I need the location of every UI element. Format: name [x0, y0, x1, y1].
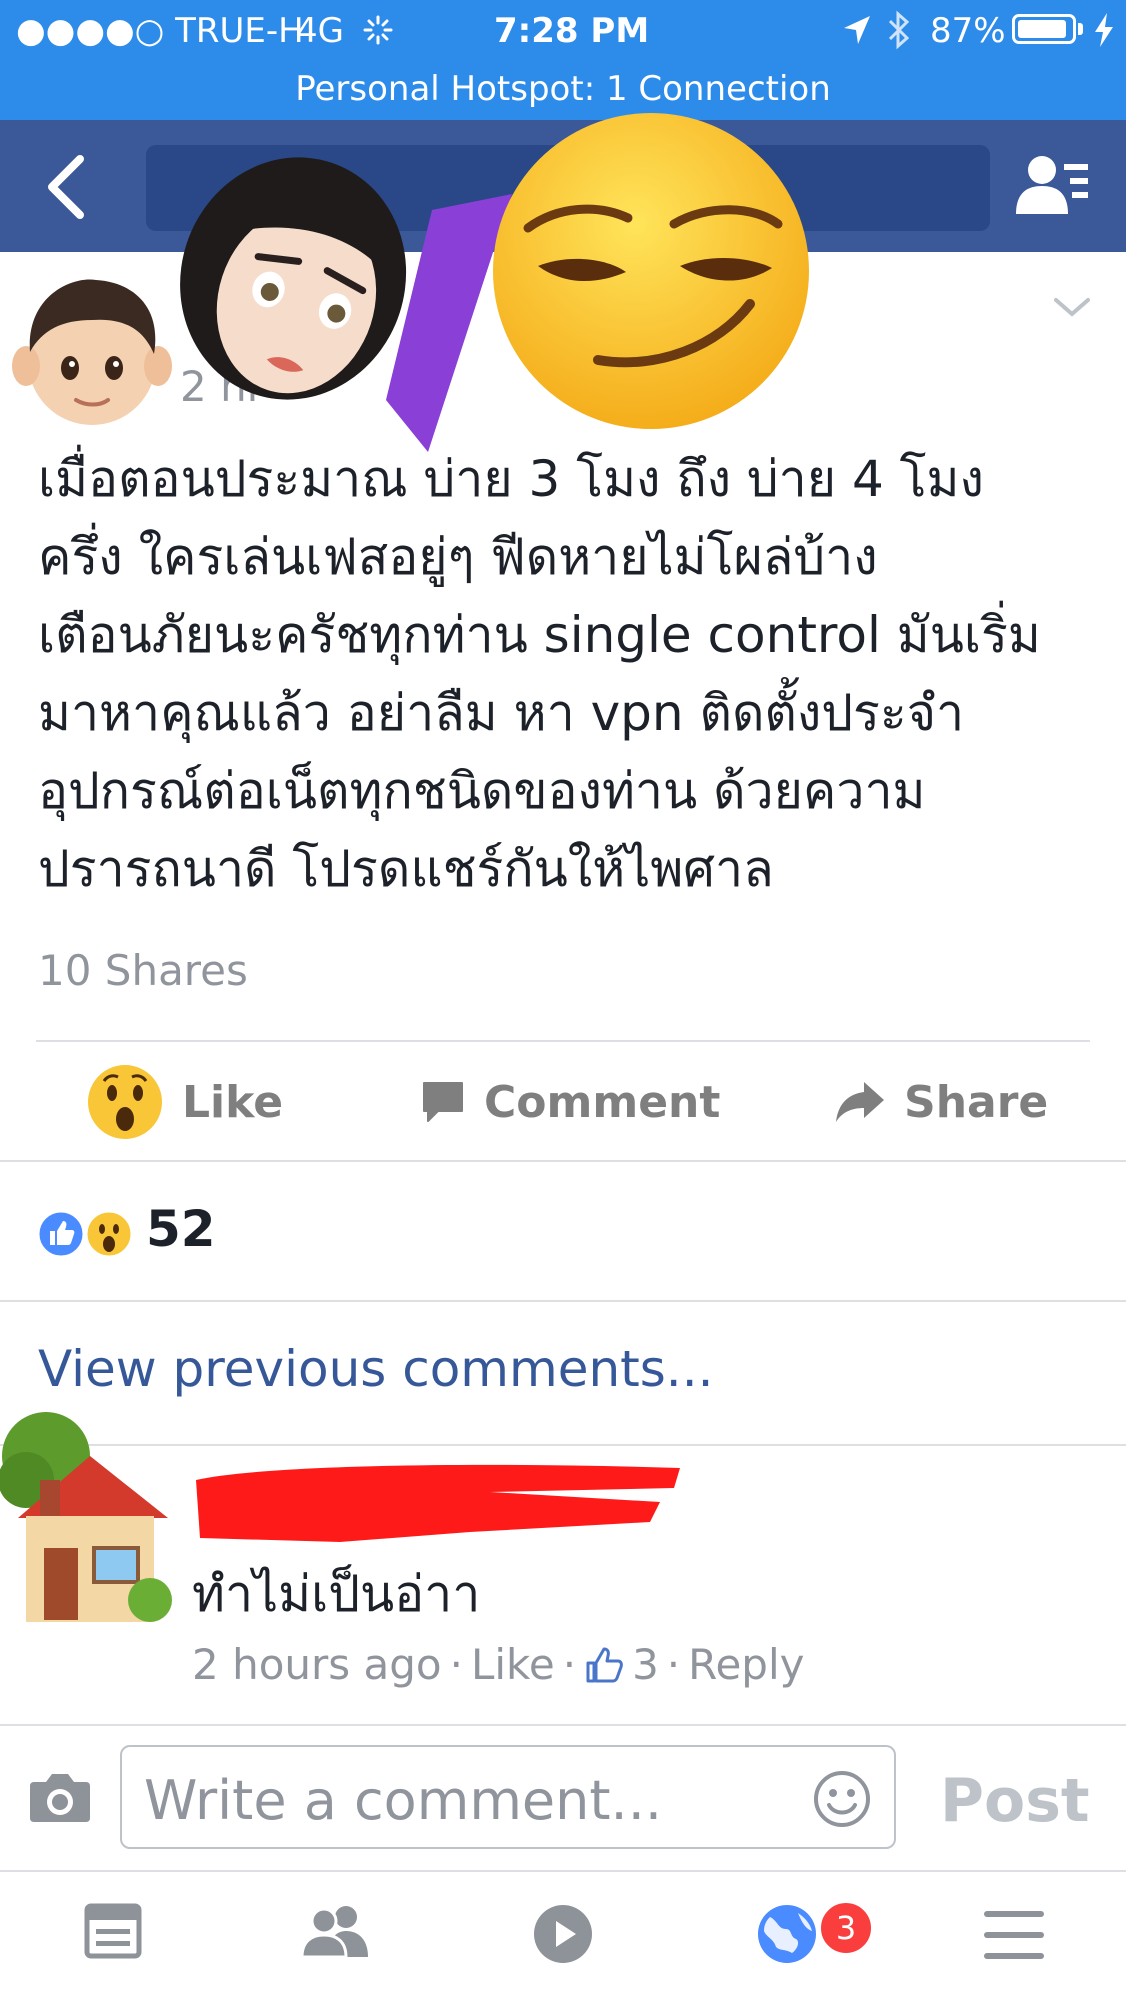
comment-button[interactable]: Comment	[420, 1050, 720, 1154]
post-line: ปรารถนาดี โปรดแชร์กันให้ไพศาล	[38, 840, 774, 898]
reaction-count[interactable]: 52	[146, 1200, 216, 1258]
comment-meta: 2 hours ago · Like · 3 · Reply	[192, 1640, 805, 1689]
status-bar: ●●●●○ TRUE-H 4G 7:28 PM 87%	[0, 0, 1126, 62]
comment-label: Comment	[484, 1076, 721, 1128]
like-reaction-icon	[36, 1209, 86, 1259]
post-body: เมื่อตอนประมาณ บ่าย 3 โมง ถึง บ่าย 4 โมง…	[38, 440, 1098, 908]
battery-percent: 87%	[930, 11, 1006, 51]
activity-spinner-icon	[363, 15, 393, 45]
like-button[interactable]: Like	[86, 1050, 283, 1154]
menu-icon[interactable]	[984, 1911, 1044, 1959]
back-arrow-icon[interactable]	[44, 155, 88, 219]
wow-reaction-icon	[84, 1209, 134, 1259]
post-line: อุปกรณ์ต่อเน็ตทุกชนิดของท่าน ด้วยความ	[38, 762, 926, 820]
share-label: Share	[904, 1076, 1049, 1128]
notifications-badge: 3	[818, 1900, 874, 1956]
camera-icon[interactable]	[28, 1772, 92, 1824]
shares-count[interactable]: 10 Shares	[38, 946, 248, 995]
post-button[interactable]: Post	[940, 1766, 1090, 1836]
post-line: ครึ่ง ใครเล่นเฟสอยู่ๆ ฟีดหายไม่โผล่บ้าง	[38, 528, 878, 586]
comment-time: 2 hours ago	[192, 1640, 442, 1689]
clock: 7:28 PM	[494, 11, 650, 51]
battery-icon	[1012, 14, 1076, 44]
comment-reply-link[interactable]: Reply	[688, 1640, 804, 1689]
friends-icon[interactable]	[300, 1903, 372, 1959]
comment-text: ทำไม่เป็นอ่าา	[192, 1565, 481, 1623]
location-icon	[844, 16, 870, 44]
surprised-emoji-icon	[88, 1065, 162, 1139]
news-feed-icon[interactable]	[84, 1903, 142, 1959]
chevron-down-icon[interactable]	[1052, 296, 1092, 320]
thumbs-up-icon	[586, 1647, 623, 1682]
comment-input-placeholder: Write a comment...	[144, 1769, 663, 1832]
like-label: Like	[182, 1076, 284, 1128]
smirking-face-sticker	[493, 113, 809, 429]
redacted-name	[196, 1464, 680, 1542]
video-icon[interactable]	[532, 1903, 594, 1965]
network-label: 4G	[296, 11, 344, 51]
view-previous-comments-link[interactable]: View previous comments...	[38, 1340, 714, 1398]
post-line: เมื่อตอนประมาณ บ่าย 3 โมง ถึง บ่าย 4 โมง	[38, 450, 984, 508]
house-emoji-sticker	[0, 1412, 172, 1622]
share-button[interactable]: Share	[834, 1050, 1048, 1154]
smiley-icon[interactable]	[812, 1769, 872, 1829]
globe-icon[interactable]	[756, 1903, 818, 1965]
comment-bubble-icon	[423, 1082, 463, 1122]
comment-like-link[interactable]: Like	[471, 1640, 555, 1689]
friend-requests-icon[interactable]	[1014, 152, 1092, 218]
comment-input[interactable]: Write a comment...	[120, 1745, 896, 1849]
charging-icon	[1095, 13, 1113, 47]
post-line: เตือนภัยนะครัชทุกท่าน single control มัน…	[38, 606, 1041, 664]
post-line: มาหาคุณแล้ว อย่าลืม หา vpn ติดตั้งประจำ	[38, 684, 965, 742]
carrier-label: ●●●●○ TRUE-H	[16, 11, 304, 51]
share-arrow-icon	[836, 1082, 884, 1122]
comment-like-count: 3	[632, 1640, 659, 1689]
bluetooth-icon	[888, 10, 910, 50]
